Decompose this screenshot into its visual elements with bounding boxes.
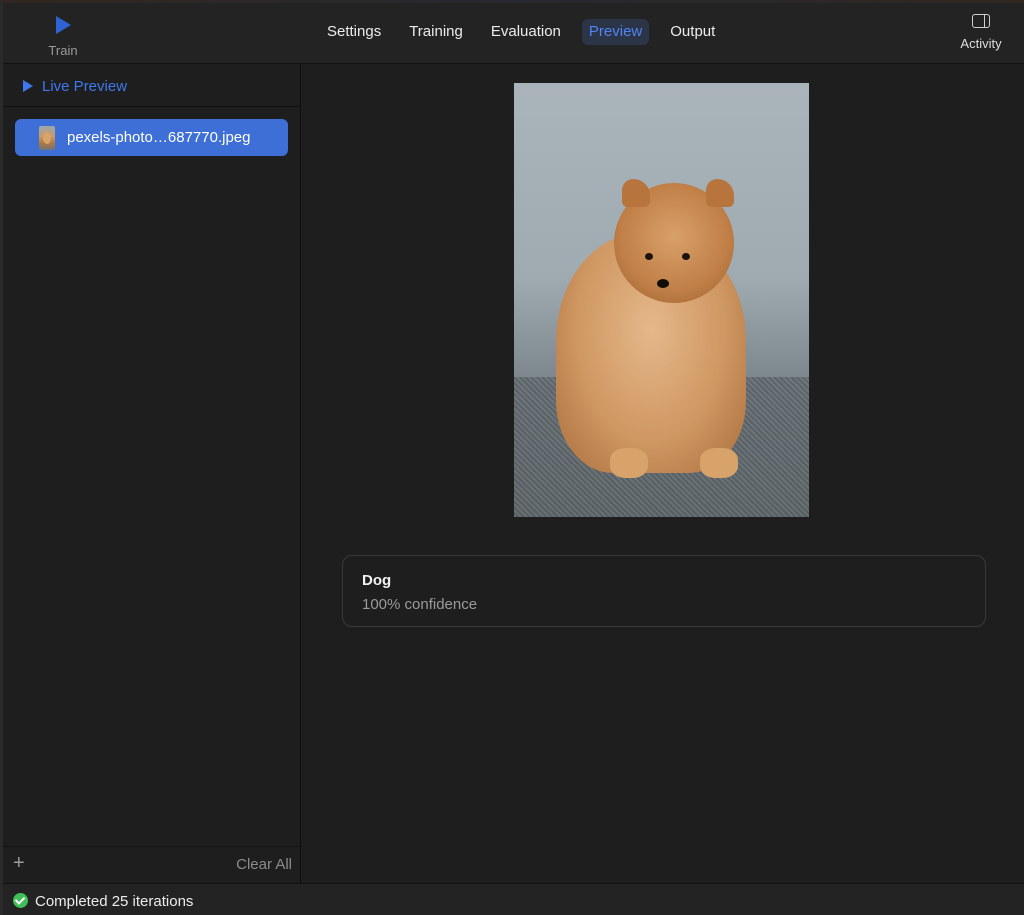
sidebar-footer: + Clear All bbox=[3, 846, 300, 883]
file-name: pexels-photo…687770.jpeg bbox=[67, 129, 251, 146]
checkmark-circle-icon bbox=[13, 893, 28, 908]
divider bbox=[3, 106, 300, 107]
preview-image bbox=[514, 83, 809, 517]
tab-preview[interactable]: Preview bbox=[581, 19, 650, 45]
play-icon bbox=[23, 80, 33, 92]
result-confidence: 100% confidence bbox=[362, 596, 478, 613]
tab-evaluation[interactable]: Evaluation bbox=[484, 19, 568, 45]
live-preview-label: Live Preview bbox=[42, 77, 128, 95]
sidebar-panel-icon bbox=[972, 14, 990, 28]
sidebar: Live Preview pexels-photo…687770.jpeg + … bbox=[3, 64, 301, 883]
preview-pane: Dog 100% confidence bbox=[301, 64, 1024, 883]
clear-all-button[interactable]: Clear All bbox=[236, 856, 292, 873]
status-text: Completed 25 iterations bbox=[35, 893, 194, 910]
file-list-item[interactable]: pexels-photo…687770.jpeg bbox=[15, 119, 288, 156]
image-thumbnail-icon bbox=[39, 125, 55, 150]
tab-output[interactable]: Output bbox=[663, 19, 722, 45]
tab-bar: Settings Training Evaluation Preview Out… bbox=[313, 19, 729, 45]
app-window: Train Settings Training Evaluation Previ… bbox=[0, 0, 1024, 915]
status-bar: Completed 25 iterations bbox=[3, 883, 1024, 915]
activity-label: Activity bbox=[960, 36, 1002, 51]
tab-settings[interactable]: Settings bbox=[320, 19, 388, 45]
toolbar: Train Settings Training Evaluation Previ… bbox=[3, 0, 1024, 64]
tab-training[interactable]: Training bbox=[402, 19, 470, 45]
train-button[interactable]: Train bbox=[41, 12, 85, 60]
result-label: Dog bbox=[362, 572, 392, 589]
classification-result-card: Dog 100% confidence bbox=[342, 555, 986, 627]
live-preview-button[interactable]: Live Preview bbox=[23, 76, 127, 96]
plus-icon[interactable]: + bbox=[13, 853, 25, 873]
play-icon bbox=[55, 16, 71, 34]
activity-button[interactable]: Activity bbox=[953, 14, 1009, 51]
train-label: Train bbox=[48, 43, 78, 58]
